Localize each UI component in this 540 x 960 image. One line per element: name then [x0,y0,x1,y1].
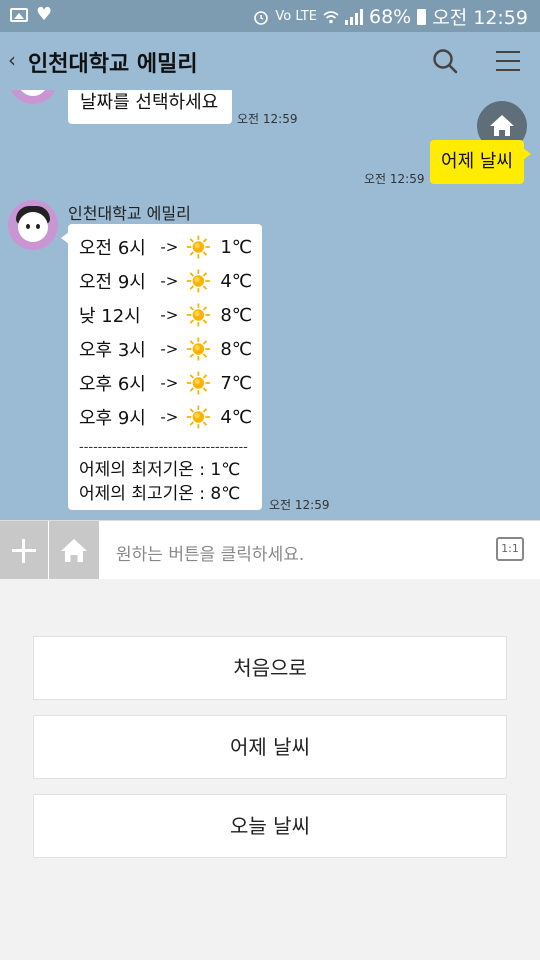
message-time: 오전 12:59 [237,112,298,126]
forecast-arrow: -> [160,238,179,256]
forecast-temp: 8℃ [220,338,252,360]
forecast-temp: 7℃ [220,372,252,394]
sun-icon [186,405,210,429]
sun-icon [186,235,210,259]
forecast-arrow: -> [160,408,179,426]
forecast-time: 낮 12시 [79,306,141,327]
min-temp-line: 어제의 최저기온 : 1℃ [79,460,241,480]
sun-icon [186,303,210,327]
max-temp-line: 어제의 최고기온 : 8℃ [79,484,241,504]
chat-title[interactable]: 인천대학교 에밀리 [28,46,198,78]
message-bubble: 날짜를 선택하세요 [68,90,232,124]
avatar[interactable] [8,90,58,104]
forecast-arrow: -> [160,374,179,392]
home-icon [61,539,87,562]
today-weather-button[interactable]: 오늘 날씨 [33,794,507,858]
quick-reply-panel: 처음으로 어제 날씨 오늘 날씨 [0,579,540,960]
forecast-temp: 4℃ [220,406,252,428]
forecast-row: 오전 9시 -> 4℃ [79,264,252,298]
plus-button[interactable] [0,521,48,579]
search-icon[interactable] [432,48,458,74]
forecast-row: 오후 3시 -> 8℃ [79,332,252,366]
forecast-time: 오후 3시 [79,340,146,361]
one-to-one-chat-button[interactable]: 1:1 [496,537,524,561]
message-input[interactable]: 원하는 버튼을 클릭하세요. [116,540,304,565]
forecast-temp: 4℃ [220,270,252,292]
sun-icon [186,371,210,395]
clock: 오전 12:59 [432,7,528,29]
message-time: 오전 12:59 [269,498,330,512]
signal-icon [345,8,363,25]
gallery-notification-icon [10,8,28,22]
weather-message-bubble: 오전 6시 -> 1℃ 오전 9시 -> 4℃ 낮 12시 -> 8℃ 오후 3… [61,224,262,510]
user-message-text: 어제 날씨 [441,151,513,172]
yesterday-weather-button[interactable]: 어제 날씨 [33,715,507,779]
menu-icon[interactable] [496,51,520,78]
heart-notification-icon: ♥ [36,4,53,25]
message-time: 오전 12:59 [364,172,425,186]
wifi-icon [323,10,339,23]
forecast-row: 낮 12시 -> 8℃ [79,298,252,332]
forecast-row: 오전 6시 -> 1℃ [79,230,252,264]
chat-area[interactable]: 날짜를 선택하세요 오전 12:59 어제 날씨 오전 12:59 인천대학교 … [0,90,540,520]
forecast-row: 오후 6시 -> 7℃ [79,366,252,400]
back-chevron-icon[interactable]: ‹ [8,48,16,72]
status-bar: ♥ Vo LTE 68% 오전 12:59 [0,0,540,32]
alarm-icon [254,10,269,25]
forecast-time: 오후 6시 [79,374,146,395]
divider-line: ------------------------------------ [79,440,248,455]
user-message-bubble: 어제 날씨 [430,140,531,184]
start-over-button[interactable]: 처음으로 [33,636,507,700]
sender-name: 인천대학교 에밀리 [68,204,191,223]
battery-percent: 68% [369,5,412,28]
forecast-row: 오후 9시 -> 4℃ [79,400,252,434]
home-button[interactable] [49,521,99,579]
forecast-arrow: -> [160,272,179,290]
forecast-time: 오후 9시 [79,408,146,429]
forecast-time: 오전 6시 [79,238,146,259]
forecast-arrow: -> [160,306,179,324]
forecast-temp: 1℃ [220,236,252,258]
sun-icon [186,269,210,293]
forecast-arrow: -> [160,340,179,358]
forecast-time: 오전 9시 [79,272,146,293]
chat-header: ‹ 인천대학교 에밀리 [0,32,540,90]
forecast-temp: 8℃ [220,304,252,326]
volte-label: Vo LTE [275,9,317,24]
sun-icon [186,337,210,361]
battery-icon [417,8,427,25]
bot-avatar[interactable] [8,200,58,250]
message-text: 날짜를 선택하세요 [80,92,219,113]
input-bar: 원하는 버튼을 클릭하세요. 1:1 [0,520,540,579]
